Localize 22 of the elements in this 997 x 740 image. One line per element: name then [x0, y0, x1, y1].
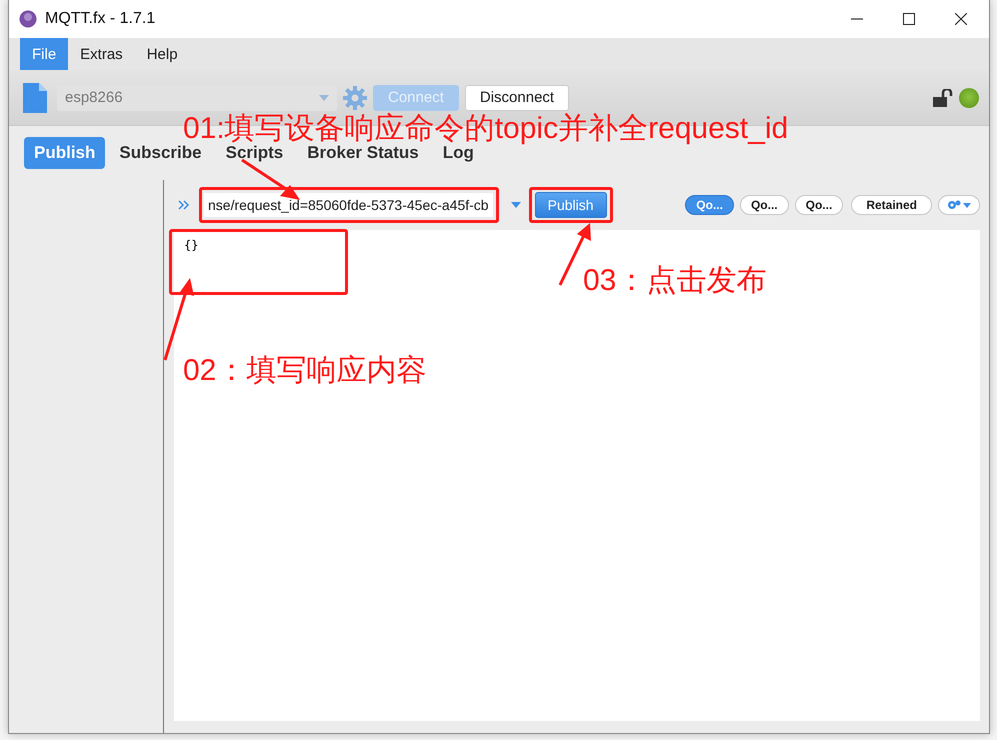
- annotation-text: 03：点击发布: [583, 263, 766, 299]
- menu-item[interactable]: Extras: [68, 38, 135, 70]
- caret-icon: [319, 94, 329, 100]
- retained-toggle[interactable]: Retained: [851, 195, 932, 215]
- close-icon[interactable]: [955, 13, 967, 25]
- message-text: {}: [184, 238, 198, 252]
- double-chevron-icon[interactable]: [178, 200, 190, 210]
- qos-toggle[interactable]: Qo...: [794, 195, 844, 215]
- qos-toggle[interactable]: Qo...: [740, 195, 789, 215]
- file-icon[interactable]: [23, 82, 47, 112]
- options-menu-button[interactable]: [938, 195, 980, 215]
- maximize-icon[interactable]: [903, 13, 915, 25]
- window-title: MQTT.fx - 1.7.1: [45, 10, 156, 28]
- connection-status-dot: [959, 88, 979, 108]
- annotation-text: 02：填写响应内容: [183, 353, 426, 389]
- caret-icon[interactable]: [510, 202, 521, 208]
- gears-icon: [947, 200, 971, 210]
- topic-field[interactable]: nse/request_id=85060fde-5373-45ec-a45f-cb: [204, 193, 493, 217]
- menu-item[interactable]: Help: [134, 38, 190, 70]
- app-logo-icon: [19, 10, 37, 28]
- disconnect-button[interactable]: Disconnect: [464, 84, 570, 110]
- unlocked-padlock-icon: [933, 88, 953, 106]
